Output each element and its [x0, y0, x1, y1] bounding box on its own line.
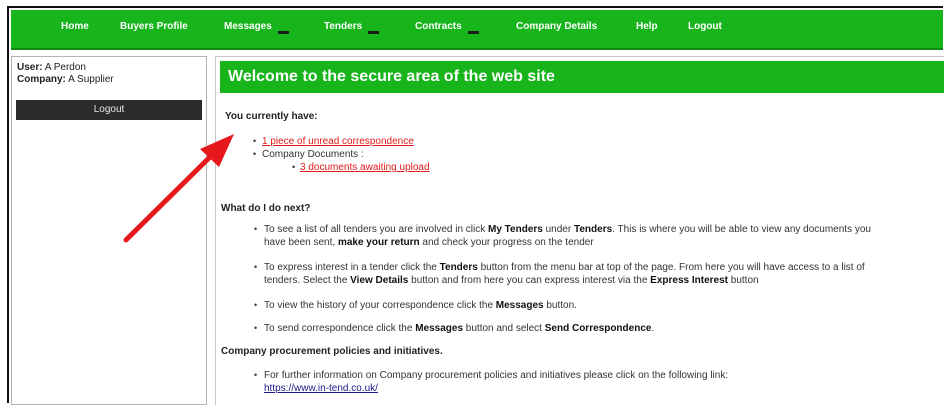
p2-view-details: View Details [350, 275, 409, 286]
company-info: Company: A Supplier [17, 74, 114, 85]
p1-my-tenders: My Tenders [488, 224, 543, 235]
procurement-policies-heading: Company procurement policies and initiat… [221, 346, 443, 357]
chevron-down-icon [467, 31, 479, 34]
instruction-view-history: To view the history of your corresponden… [264, 299, 944, 312]
nav-contracts-label: Contracts [415, 21, 462, 32]
p3-text-a: To view the history of your corresponden… [264, 300, 496, 311]
user-label: User: [17, 62, 43, 73]
chevron-down-icon [368, 31, 380, 34]
company-label: Company: [17, 74, 66, 85]
nav-tenders-label: Tenders [324, 21, 363, 32]
bullet-icon: • [292, 162, 296, 172]
bullet-icon: • [253, 149, 257, 159]
p1-text-h: and check your progress on the tender [419, 237, 594, 248]
p2-text-a: To express interest in a tender click th… [264, 262, 440, 273]
main-content: Welcome to the secure area of the web si… [215, 56, 944, 405]
bullet-icon: • [253, 136, 257, 146]
p1-text-c: under [542, 224, 574, 235]
p1-text-a: To see a list of all tenders you are inv… [264, 224, 488, 235]
policy-link[interactable]: https://www.in-tend.co.uk/ [264, 383, 378, 394]
p3-messages: Messages [495, 300, 544, 311]
browser-frame: Home Buyers Profile Messages Tenders Con… [7, 6, 944, 405]
p2-text-f: button and from here you can express int… [408, 275, 651, 286]
p2-text-h: button [728, 275, 759, 286]
bullet-icon: • [254, 323, 258, 333]
p2-tenders: Tenders [439, 262, 478, 273]
chevron-down-icon [277, 31, 289, 34]
p3-text-c: button. [543, 300, 577, 311]
p1-make-return: make your return [337, 237, 420, 248]
nav-help[interactable]: Help [636, 21, 658, 32]
policy-info: For further information on Company procu… [264, 369, 944, 395]
p1-tenders: Tenders [573, 224, 613, 235]
bullet-icon: • [254, 370, 258, 380]
nav-home[interactable]: Home [61, 21, 89, 32]
nav-logout[interactable]: Logout [688, 21, 722, 32]
p4-send-correspondence: Send Correspondence [544, 323, 652, 334]
logout-button[interactable]: Logout [16, 100, 202, 120]
p4-messages: Messages [415, 323, 464, 334]
sidebar: User: A Perdon Company: A Supplier Logou… [11, 56, 207, 405]
instruction-my-tenders: To see a list of all tenders you are inv… [264, 223, 944, 249]
p2-express-interest: Express Interest [650, 275, 728, 286]
p2-text-d: tenders. Select the [264, 275, 351, 286]
p4-text-e: . [651, 323, 655, 334]
p4-text-c: button and select [463, 323, 545, 334]
policy-text: For further information on Company procu… [264, 370, 729, 381]
welcome-banner: Welcome to the secure area of the web si… [220, 61, 944, 93]
nav-contracts[interactable]: Contracts [415, 21, 479, 34]
bullet-icon: • [254, 262, 258, 272]
instruction-express-interest: To express interest in a tender click th… [264, 261, 944, 287]
p1-text-e: . This is where you will be able to view… [612, 224, 871, 235]
p1-text-f: have been sent, [264, 237, 338, 248]
documents-awaiting-upload-link[interactable]: 3 documents awaiting upload [300, 162, 430, 173]
top-nav-bar: Home Buyers Profile Messages Tenders Con… [11, 10, 943, 50]
you-currently-have-heading: You currently have: [225, 111, 318, 122]
p2-text-c: button from the menu bar at top of the p… [477, 262, 865, 273]
company-name: A Supplier [68, 74, 114, 85]
user-name: A Perdon [44, 62, 86, 73]
nav-buyers-profile[interactable]: Buyers Profile [120, 21, 188, 32]
bullet-icon: • [254, 224, 258, 234]
nav-company-details[interactable]: Company Details [516, 21, 597, 32]
what-next-heading: What do I do next? [221, 203, 311, 214]
unread-correspondence-link[interactable]: 1 piece of unread correspondence [262, 136, 414, 147]
nav-tenders[interactable]: Tenders [324, 21, 380, 34]
user-info: User: A Perdon [17, 62, 86, 73]
bullet-icon: • [254, 300, 258, 310]
instruction-send-correspondence: To send correspondence click the Message… [264, 322, 944, 335]
p4-text-a: To send correspondence click the [264, 323, 416, 334]
company-documents-label: Company Documents : [262, 149, 364, 160]
nav-messages-label: Messages [224, 21, 272, 32]
nav-messages[interactable]: Messages [224, 21, 289, 34]
